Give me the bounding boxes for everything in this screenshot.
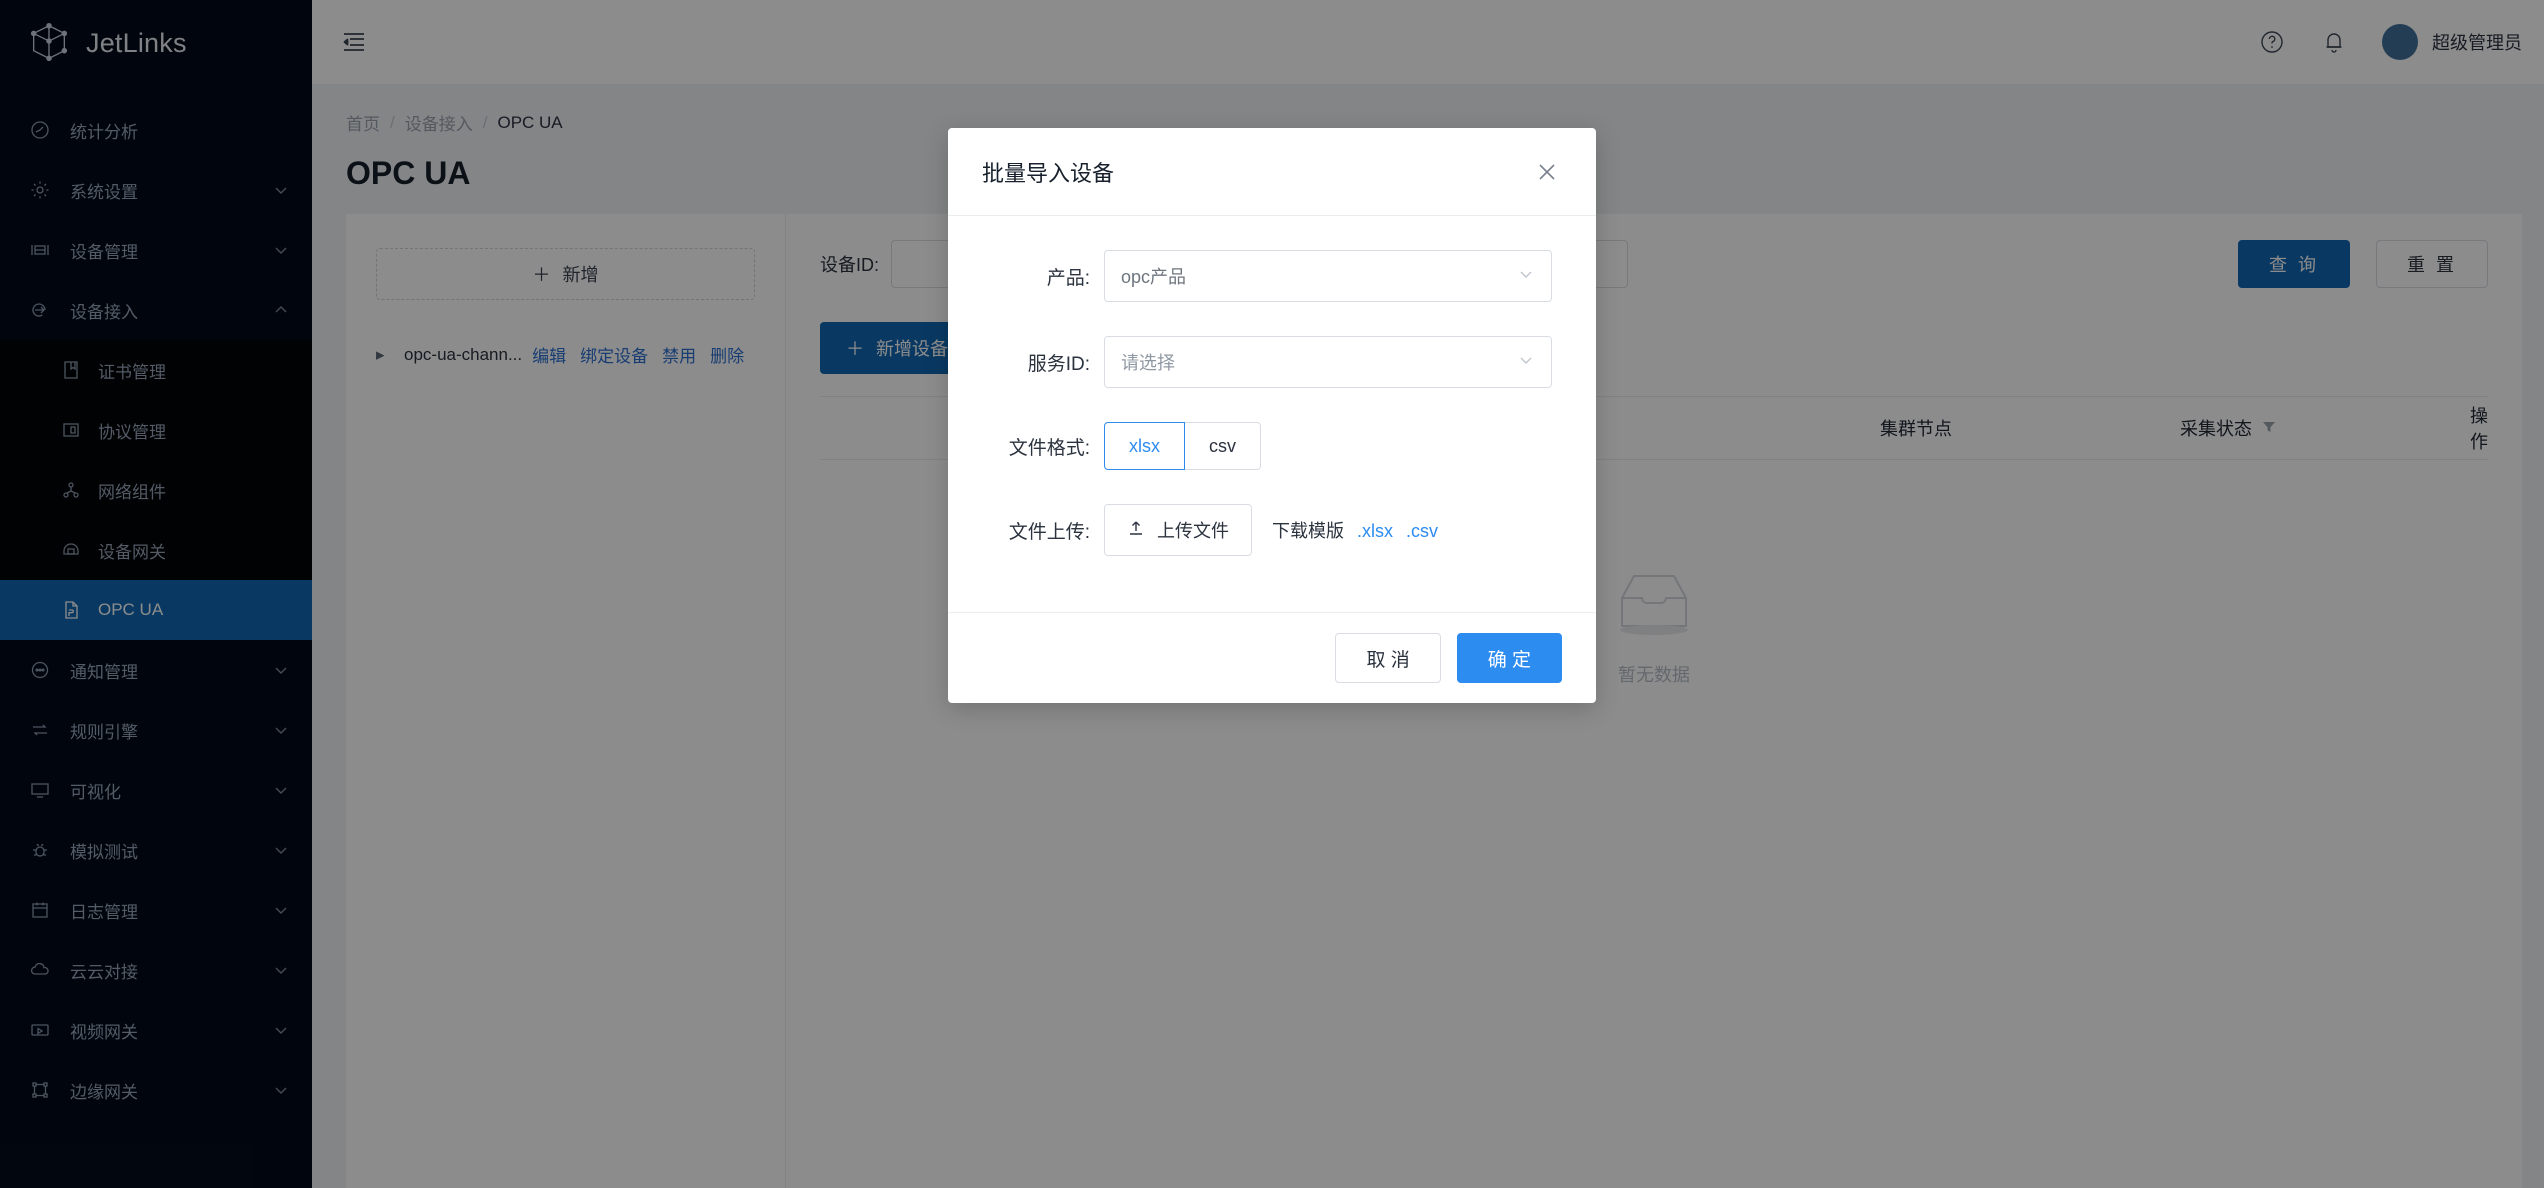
service-id-select[interactable]: 请选择 (1104, 336, 1552, 388)
chevron-down-icon (1517, 351, 1535, 374)
service-id-placeholder: 请选择 (1121, 353, 1175, 373)
modal-footer: 取 消 确 定 (948, 612, 1596, 703)
modal-body: 产品: opc产品 服务ID: 请选择 文件格式: xlsx csv 文件上传:… (948, 216, 1596, 612)
template-link-xlsx[interactable]: .xlsx (1357, 521, 1393, 541)
file-format-label: 文件格式: (1008, 437, 1090, 459)
template-link-csv[interactable]: .csv (1406, 521, 1438, 541)
cancel-button[interactable]: 取 消 (1335, 633, 1441, 683)
confirm-button[interactable]: 确 定 (1456, 633, 1562, 683)
upload-file-label: 上传文件 (1157, 521, 1229, 541)
batch-import-modal: 批量导入设备 产品: opc产品 服务ID: 请选择 文件格式: xlsx cs… (948, 128, 1596, 703)
close-icon[interactable] (1532, 157, 1562, 187)
upload-file-button[interactable]: 上传文件 (1104, 504, 1252, 556)
file-format-option-xlsx[interactable]: xlsx (1104, 422, 1185, 470)
modal-field-product: 产品: opc产品 (992, 250, 1552, 302)
file-format-segmented: xlsx csv (1104, 422, 1261, 470)
product-label: 产品: (1046, 267, 1090, 289)
modal-header: 批量导入设备 (948, 128, 1596, 216)
download-template: 下载模版 .xlsx .csv (1272, 517, 1438, 543)
file-format-option-csv[interactable]: csv (1185, 422, 1261, 470)
upload-icon (1127, 519, 1145, 542)
product-select[interactable]: opc产品 (1104, 250, 1552, 302)
modal-title: 批量导入设备 (982, 160, 1115, 186)
app-root: JetLinks 统计分析 系统设置 设备管理 设备接入 证书管理 协议管理 网… (0, 0, 2544, 1188)
modal-field-file-upload: 文件上传: 上传文件 下载模版 .xlsx .csv (992, 504, 1552, 556)
chevron-down-icon (1517, 265, 1535, 288)
product-value: opc产品 (1121, 267, 1187, 287)
modal-field-file-format: 文件格式: xlsx csv (992, 422, 1552, 470)
service-id-label: 服务ID: (1027, 353, 1090, 375)
modal-field-service-id: 服务ID: 请选择 (992, 336, 1552, 388)
file-upload-controls: 上传文件 下载模版 .xlsx .csv (1104, 504, 1438, 556)
file-upload-label: 文件上传: (1008, 521, 1090, 543)
download-template-label: 下载模版 (1272, 521, 1344, 541)
